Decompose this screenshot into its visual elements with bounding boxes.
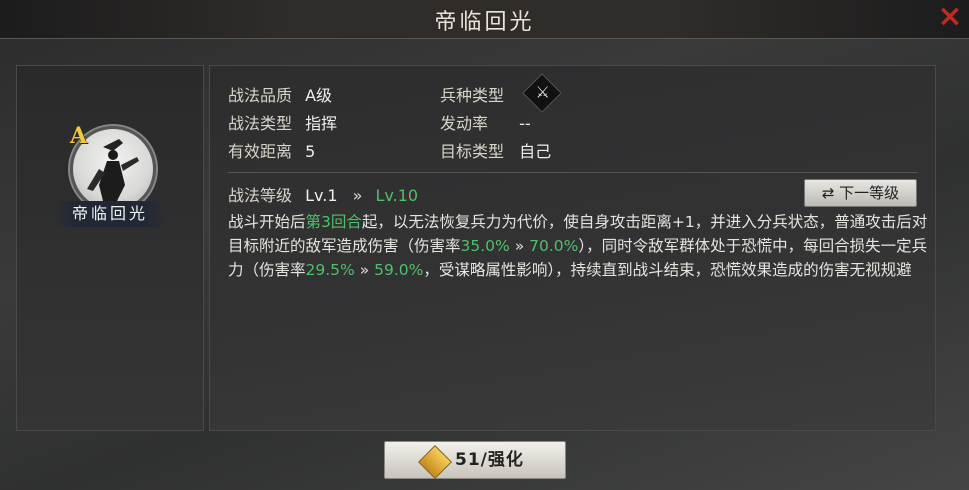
tactic-card-panel: A 帝临回光 [16, 65, 204, 431]
desc-part-1: 战斗开始后 [228, 213, 306, 231]
tactic-grade-badge: A [70, 123, 88, 149]
title-bar: 帝临回光 × [0, 0, 969, 39]
enhance-button[interactable]: 51/强化 [384, 441, 566, 479]
desc-arrow-2: » [354, 261, 375, 279]
arms-glyph: ⚔ [535, 82, 550, 102]
portrait-name-label: 帝临回光 [54, 201, 166, 227]
range-value: 5 [305, 142, 316, 161]
quality-value: A级 [305, 86, 333, 105]
window-title: 帝临回光 [434, 10, 535, 35]
desc-damage2-from: 29.5% [305, 261, 355, 279]
desc-damage1-from: 35.0% [460, 237, 510, 255]
type-label: 战法类型 [228, 114, 293, 133]
rate-row: 发动率 -- [440, 110, 531, 134]
quality-row: 战法品质 A级 [228, 82, 332, 106]
type-row: 战法类型 指挥 [228, 110, 337, 134]
desc-damage2-to: 59.0% [374, 261, 424, 279]
next-level-button[interactable]: ⇄ 下一等级 [804, 179, 917, 207]
range-label: 有效距离 [228, 142, 293, 161]
desc-arrow-1: » [509, 237, 530, 255]
tactic-details-panel: 战法品质 A级 战法类型 指挥 有效距离 5 兵种类型 ⚔ 发动率 -- 目标类… [209, 65, 936, 431]
level-current: Lv.1 [305, 186, 338, 205]
tactic-description: 战斗开始后第3回合起，以无法恢复兵力为代价，使自身攻击距离+1，并进入分兵状态，… [228, 210, 928, 282]
section-divider [228, 172, 918, 173]
arms-row: 兵种类型 [440, 82, 504, 106]
rate-value: -- [519, 114, 531, 133]
desc-damage1-to: 70.0% [529, 237, 579, 255]
enhance-label: 51/强化 [455, 450, 524, 470]
target-label: 目标类型 [440, 142, 505, 161]
rate-label: 发动率 [440, 114, 489, 133]
target-row: 目标类型 自己 [440, 138, 551, 162]
target-value: 自己 [519, 142, 552, 161]
arms-label: 兵种类型 [440, 86, 505, 105]
type-value: 指挥 [305, 114, 338, 133]
level-max: Lv.10 [375, 186, 419, 205]
desc-part-4: ，受谋略属性影响），持续直到战斗结束，恐慌效果造成的伤害无视规避 [423, 261, 912, 279]
level-label: 战法等级 [228, 186, 293, 205]
level-row: 战法等级 Lv.1 » Lv.10 [228, 182, 418, 206]
range-row: 有效距离 5 [228, 138, 315, 162]
enhance-token-icon [418, 445, 452, 479]
quality-label: 战法品质 [228, 86, 293, 105]
crossed-weapons-icon: ⚔ [522, 73, 562, 113]
desc-turn: 第3回合 [305, 213, 362, 231]
close-icon[interactable]: × [935, 2, 965, 32]
level-arrow-icon: » [352, 186, 363, 205]
